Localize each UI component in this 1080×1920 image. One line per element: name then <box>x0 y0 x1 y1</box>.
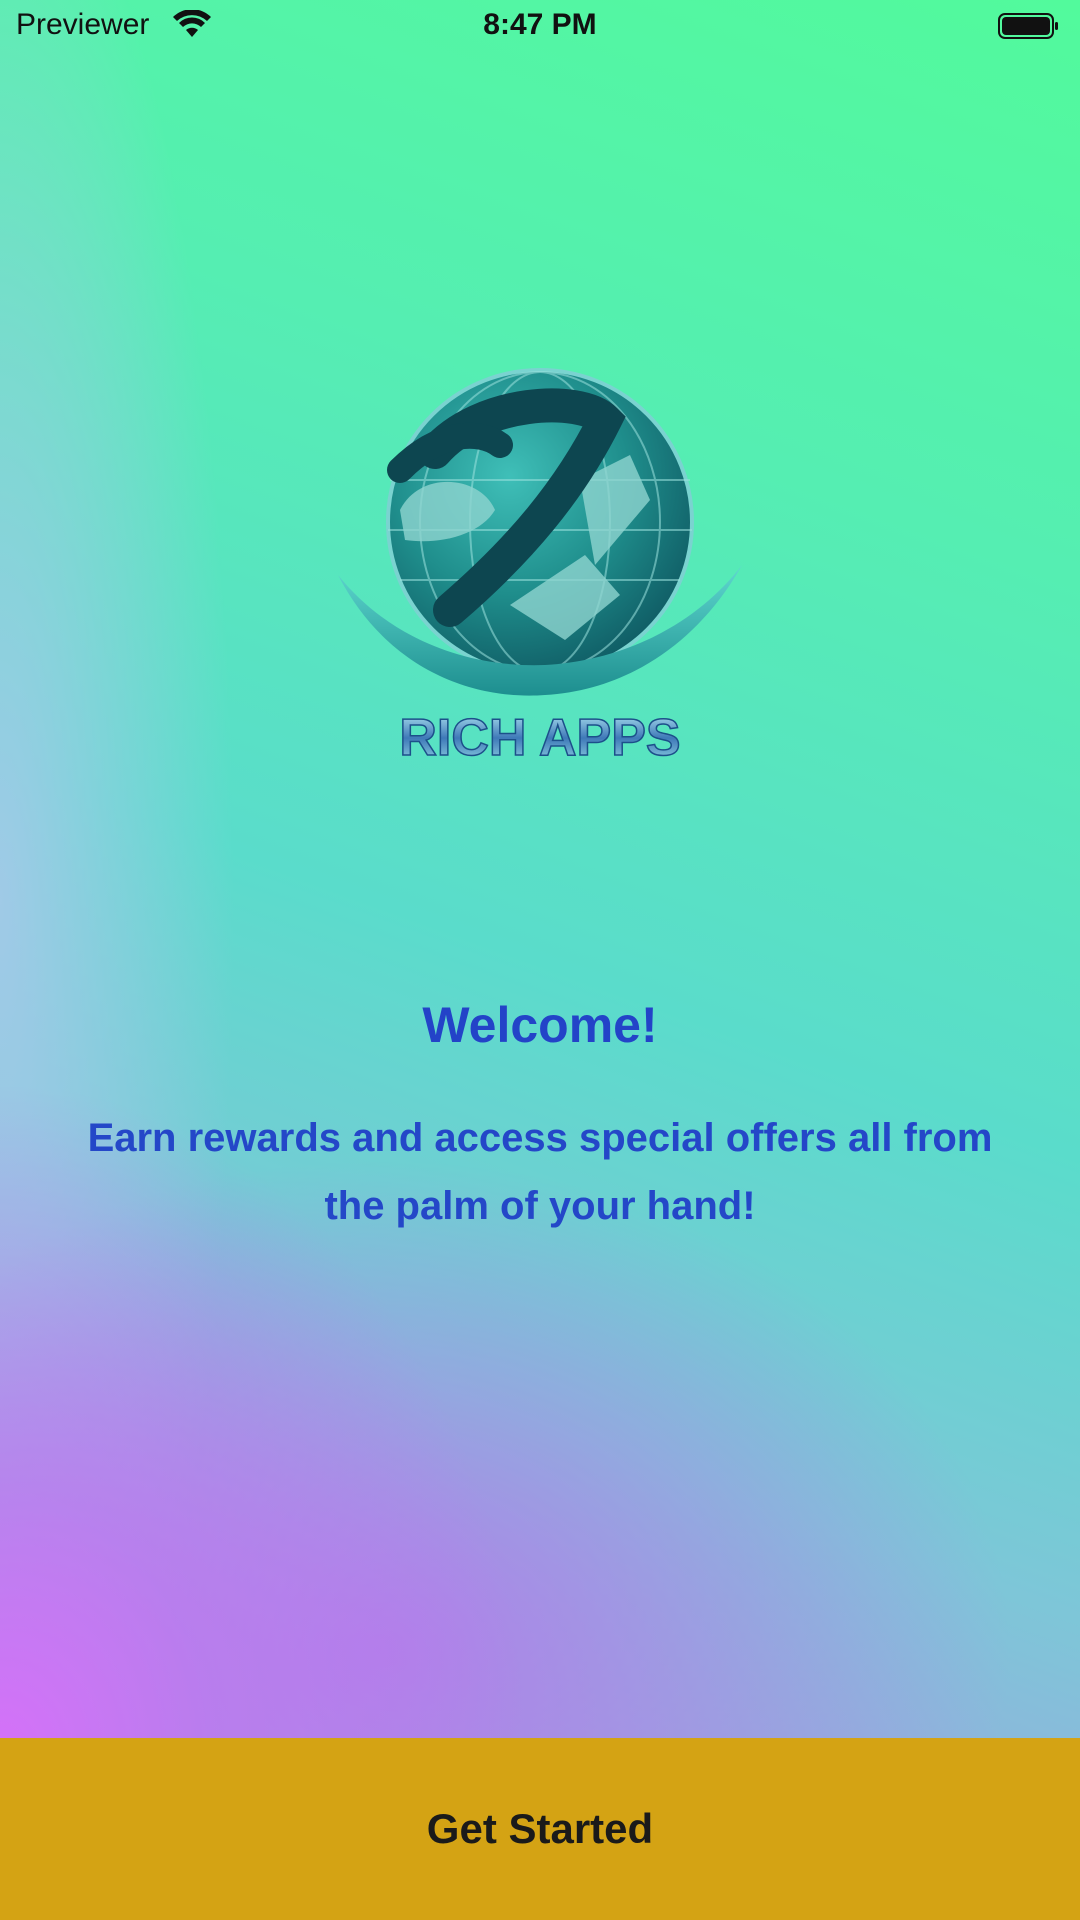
brand-name: RICH APPS <box>399 709 680 760</box>
welcome-screen: Previewer 8:47 PM RICH APPS Welcome! Ear… <box>0 0 1080 1920</box>
rich-apps-logo: RICH APPS <box>338 368 742 760</box>
status-bar: Previewer 8:47 PM <box>0 0 1080 56</box>
get-started-button[interactable]: Get Started <box>0 1738 1080 1920</box>
welcome-title: Welcome! <box>422 997 658 1053</box>
battery-full-icon <box>998 13 1058 39</box>
get-started-label: Get Started <box>426 1805 654 1852</box>
welcome-subtitle: Earn rewards and access special offers a… <box>87 1116 993 1228</box>
status-time: 8:47 PM <box>483 8 597 41</box>
